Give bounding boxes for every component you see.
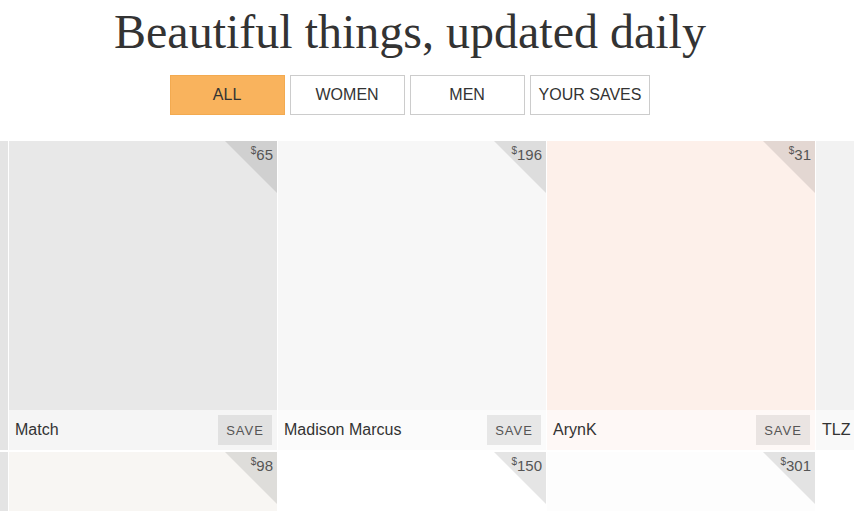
product-card[interactable]: $65 Match SAVE [9, 141, 277, 450]
header: Beautiful things, updated daily ALLWOMENM… [0, 0, 854, 115]
price: $196 [511, 145, 542, 163]
currency: $ [780, 456, 786, 467]
price: $65 [251, 145, 273, 163]
filter-tab[interactable]: MEN [410, 75, 525, 115]
card-footer: Madison Marcus SAVE [278, 410, 546, 450]
product-card[interactable] [0, 141, 8, 450]
currency: $ [251, 145, 257, 156]
filter-tab[interactable]: ALL [170, 75, 285, 115]
price: $301 [780, 456, 811, 474]
price: $31 [789, 145, 811, 163]
currency: $ [511, 456, 517, 467]
product-row: $98 $150 $301 [0, 452, 854, 511]
product-card[interactable]: $196 Madison Marcus SAVE [278, 141, 546, 450]
product-grid: $65 Match SAVE $196 Madison Marcus SAVE $31 Ary… [0, 141, 854, 511]
brand-name[interactable]: Madison Marcus [284, 421, 401, 439]
product-card[interactable]: $150 [278, 452, 546, 511]
page-title: Beautiful things, updated daily [114, 4, 706, 60]
product-row: $65 Match SAVE $196 Madison Marcus SAVE $31 Ary… [0, 141, 854, 450]
product-card[interactable]: $31 ArynK SAVE [547, 141, 815, 450]
brand-name[interactable]: ArynK [553, 421, 597, 439]
currency: $ [789, 145, 795, 156]
brand-name[interactable]: TLZ [822, 421, 850, 439]
product-card[interactable] [0, 452, 8, 511]
page: Beautiful things, updated dailyALLWOMENM… [0, 0, 854, 511]
filter-tabs: ALLWOMENMENYOUR SAVES [170, 75, 651, 115]
save-button[interactable]: SAVE [218, 415, 272, 445]
filter-tab[interactable]: YOUR SAVES [530, 75, 651, 115]
product-card[interactable]: TLZ [816, 141, 854, 450]
save-button[interactable]: SAVE [756, 415, 810, 445]
card-footer: ArynK SAVE [547, 410, 815, 450]
card-footer: Match SAVE [9, 410, 277, 450]
brand-name[interactable]: Match [15, 421, 59, 439]
card-footer: TLZ [816, 410, 854, 450]
price: $150 [511, 456, 542, 474]
product-card[interactable]: $98 [9, 452, 277, 511]
price: $98 [251, 456, 273, 474]
filter-tab[interactable]: WOMEN [290, 75, 405, 115]
currency: $ [251, 456, 257, 467]
currency: $ [511, 145, 517, 156]
product-card[interactable]: $301 [547, 452, 815, 511]
save-button[interactable]: SAVE [487, 415, 541, 445]
